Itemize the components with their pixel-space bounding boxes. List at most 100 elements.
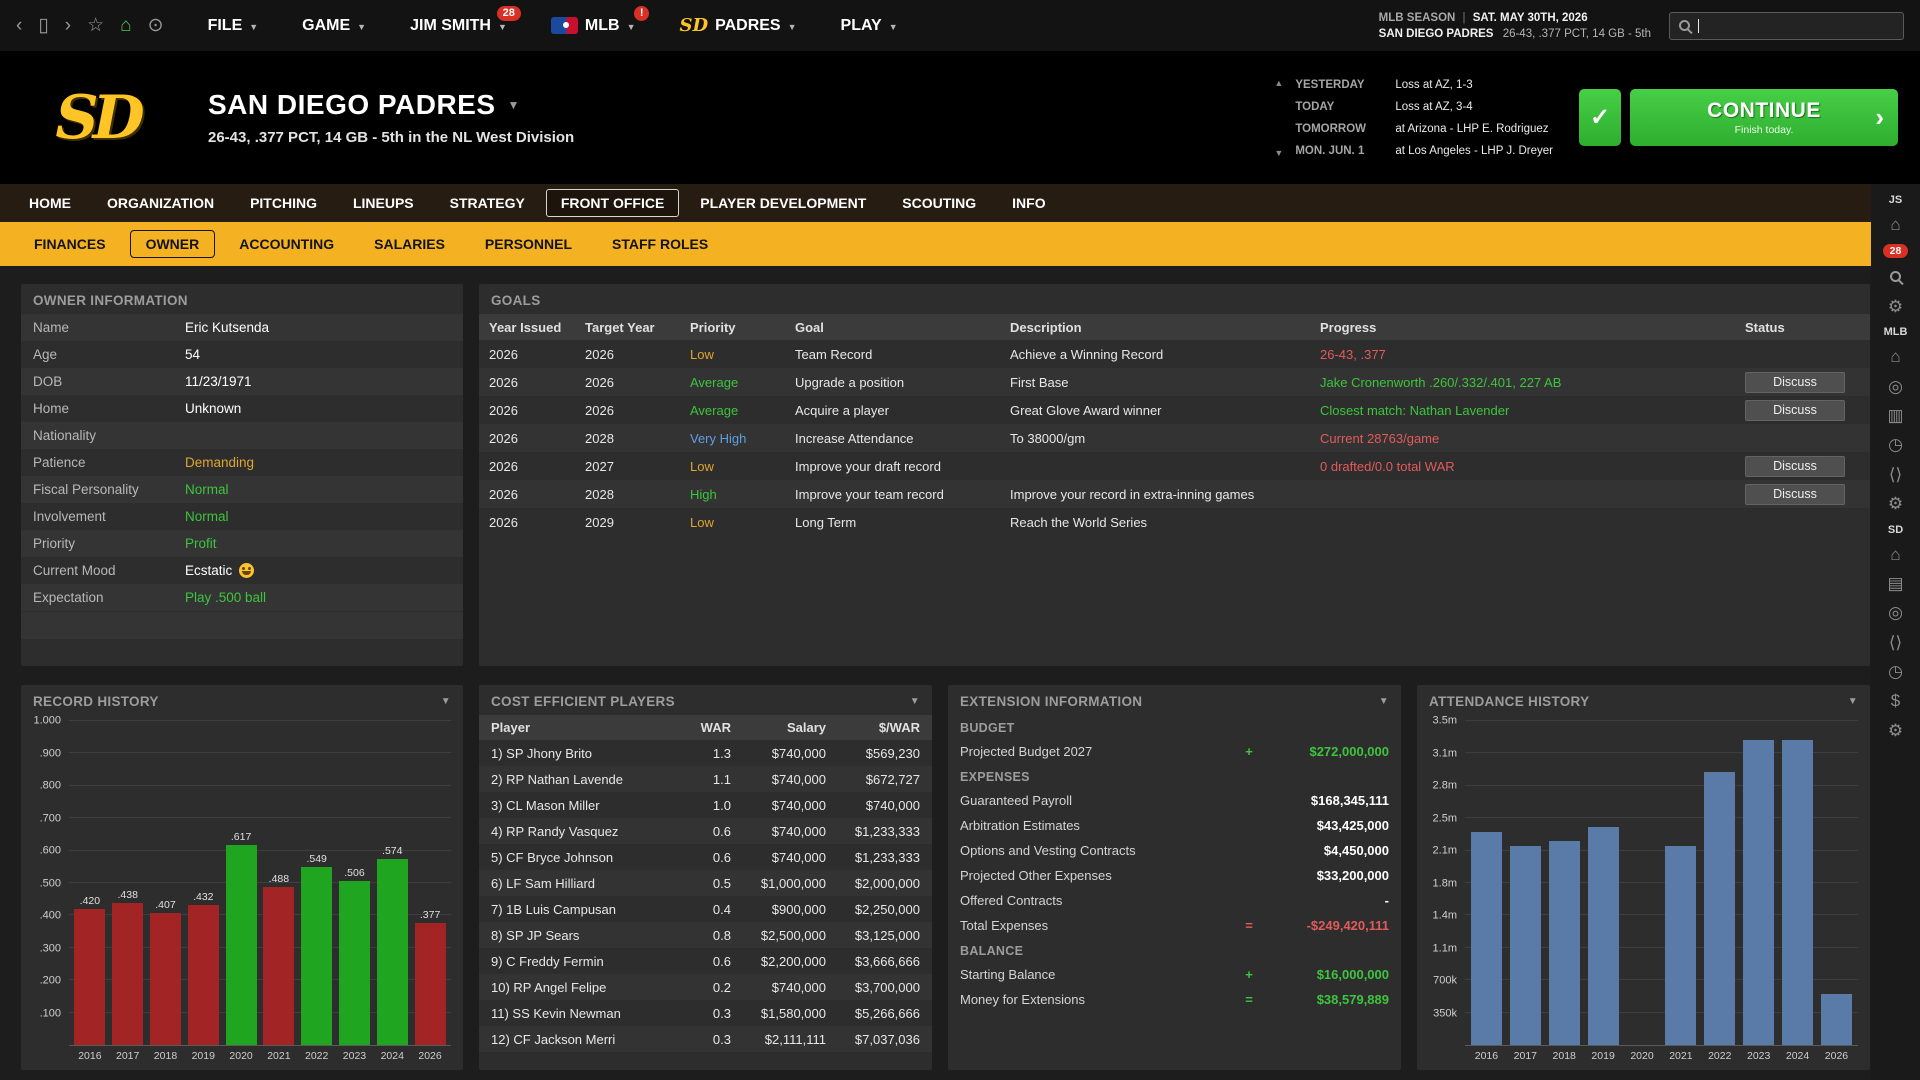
player-row[interactable]: 1) SP Jhony Brito1.3$740,000$569,230	[479, 740, 932, 766]
sub-nav-item-finances[interactable]: FINANCES	[18, 230, 122, 258]
schedule-row[interactable]: MON. JUN. 1at Los Angeles - LHP J. Dreye…	[1295, 140, 1553, 162]
player-row[interactable]: 2) RP Nathan Lavende1.1$740,000$672,727	[479, 766, 932, 792]
user-initials-label[interactable]: JS	[1889, 194, 1902, 206]
sub-nav-item-staff-roles[interactable]: STAFF ROLES	[596, 230, 724, 258]
player-row[interactable]: 5) CF Bryce Johnson0.6$740,000$1,233,333	[479, 844, 932, 870]
confirm-check-button[interactable]: ✓	[1579, 89, 1621, 146]
gear-icon[interactable]: ⚙	[1888, 297, 1903, 317]
team-dropdown-icon[interactable]: ▼	[508, 98, 520, 112]
bar-slot: .377	[415, 721, 446, 1045]
chevron-up-icon[interactable]: ▲	[1274, 78, 1283, 88]
clock-icon[interactable]: ◷	[1888, 435, 1903, 455]
menu-team[interactable]: SD PADRES ▼	[679, 15, 796, 36]
goal-name: Increase Attendance	[795, 431, 1010, 446]
home-icon[interactable]: ⌂	[1890, 545, 1900, 565]
main-nav-item-home[interactable]: HOME	[14, 189, 86, 217]
bar-slot: .574	[377, 721, 408, 1045]
description-column-header: Description	[1010, 320, 1320, 335]
sd-label[interactable]: SD	[1888, 524, 1903, 536]
schedule-row[interactable]: TOMORROWat Arizona - LHP E. Rodriguez	[1295, 118, 1553, 140]
main-nav-item-pitching[interactable]: PITCHING	[235, 189, 332, 217]
discuss-button[interactable]: Discuss	[1745, 484, 1845, 505]
search-input[interactable]	[1669, 12, 1904, 40]
stack-icon[interactable]: ▤	[1887, 574, 1903, 594]
padres-logo-icon: SD	[679, 15, 708, 36]
goal-name: Team Record	[795, 347, 1010, 362]
bar-2023	[1743, 740, 1774, 1045]
panel-collapse-icon[interactable]: ▼	[910, 696, 920, 707]
age-value: 54	[185, 347, 200, 362]
notification-badge[interactable]: 28	[1883, 244, 1909, 258]
menu-manager[interactable]: JIM SMITH ▼ 28	[410, 17, 507, 35]
goal-description: Improve your record in extra-inning game…	[1010, 487, 1320, 502]
main-nav-item-scouting[interactable]: SCOUTING	[887, 189, 991, 217]
main-nav-item-info[interactable]: INFO	[997, 189, 1060, 217]
code-icon[interactable]: ⟨⟩	[1889, 465, 1902, 485]
menu-mlb[interactable]: MLB ▼ !	[551, 17, 636, 35]
discuss-button[interactable]: Discuss	[1745, 372, 1845, 393]
main-nav-item-front-office[interactable]: FRONT OFFICE	[546, 189, 679, 217]
player-row[interactable]: 3) CL Mason Miller1.0$740,000$740,000	[479, 792, 932, 818]
hint-icon[interactable]: ⊙	[148, 16, 164, 35]
goal-progress: 0 drafted/0.0 total WAR	[1320, 459, 1745, 474]
gear-icon[interactable]: ⚙	[1888, 721, 1903, 741]
discuss-button[interactable]: Discuss	[1745, 400, 1845, 421]
expectation-value: Play .500 ball	[185, 590, 266, 605]
mlb-label[interactable]: MLB	[1884, 326, 1908, 338]
pin-icon[interactable]: ◎	[1888, 377, 1903, 397]
back-icon[interactable]: ‹	[16, 16, 22, 35]
main-nav-item-lineups[interactable]: LINEUPS	[338, 189, 429, 217]
player-row[interactable]: 6) LF Sam Hilliard0.5$1,000,000$2,000,00…	[479, 870, 932, 896]
player-row[interactable]: 7) 1B Luis Campusan0.4$900,000$2,250,000	[479, 896, 932, 922]
panel-collapse-icon[interactable]: ▼	[1379, 696, 1389, 707]
goal-row: 20262026AverageAcquire a playerGreat Glo…	[479, 396, 1870, 424]
gear-icon[interactable]: ⚙	[1888, 494, 1903, 514]
main-nav-item-strategy[interactable]: STRATEGY	[435, 189, 540, 217]
panel-collapse-icon[interactable]: ▼	[441, 696, 451, 707]
panel-collapse-icon[interactable]: ▼	[1848, 696, 1858, 707]
main-nav: HOMEORGANIZATIONPITCHINGLINEUPSSTRATEGYF…	[0, 184, 1871, 222]
sub-nav-item-accounting[interactable]: ACCOUNTING	[223, 230, 350, 258]
discuss-button[interactable]: Discuss	[1745, 456, 1845, 477]
player-war: 0.8	[683, 928, 731, 943]
continue-button[interactable]: CONTINUE Finish today. ›	[1630, 89, 1898, 146]
device-icon[interactable]: ▯	[38, 16, 48, 35]
schedule-row[interactable]: TODAYLoss at AZ, 3-4	[1295, 96, 1553, 118]
clock-icon[interactable]: ◷	[1888, 662, 1903, 682]
player-row[interactable]: 8) SP JP Sears0.8$2,500,000$3,125,000	[479, 922, 932, 948]
menu-file[interactable]: FILE ▼	[208, 17, 259, 35]
player-row[interactable]: 11) SS Kevin Newman0.3$1,580,000$5,266,6…	[479, 1000, 932, 1026]
sub-nav-item-personnel[interactable]: PERSONNEL	[469, 230, 588, 258]
forward-icon[interactable]: ›	[65, 16, 71, 35]
chevron-down-icon[interactable]: ▼	[1274, 148, 1283, 158]
chart-icon[interactable]: ▥	[1887, 406, 1903, 426]
main-nav-item-player-development[interactable]: PLAYER DEVELOPMENT	[685, 189, 881, 217]
main-nav-item-organization[interactable]: ORGANIZATION	[92, 189, 229, 217]
search-icon[interactable]	[1890, 267, 1901, 287]
star-icon[interactable]: ☆	[87, 16, 104, 35]
sub-nav-item-salaries[interactable]: SALARIES	[358, 230, 461, 258]
home-icon[interactable]: ⌂	[1890, 347, 1900, 367]
player-row[interactable]: 10) RP Angel Felipe0.2$740,000$3,700,000	[479, 974, 932, 1000]
schedule-game-info: Loss at AZ, 1-3	[1395, 79, 1472, 91]
plot-area: .420.438.407.432.617.488.549.506.574.377	[69, 721, 451, 1046]
menu-game[interactable]: GAME ▼	[302, 17, 366, 35]
chevron-down-icon: ▼	[249, 22, 258, 32]
player-row[interactable]: 12) CF Jackson Merri0.3$2,111,111$7,037,…	[479, 1026, 932, 1052]
bar-value-label: .438	[117, 889, 137, 901]
home-icon[interactable]: ⌂	[1890, 215, 1900, 235]
player-row[interactable]: 9) C Freddy Fermin0.6$2,200,000$3,666,66…	[479, 948, 932, 974]
menu-play[interactable]: PLAY ▼	[841, 17, 898, 35]
manager-notification-badge[interactable]: 28	[497, 6, 521, 21]
dollar-icon[interactable]: $	[1891, 691, 1900, 711]
target-icon[interactable]: ◎	[1888, 603, 1903, 623]
schedule-row[interactable]: YESTERDAYLoss at AZ, 1-3	[1295, 74, 1553, 96]
money-for-extensions-label: Money for Extensions	[960, 992, 1239, 1007]
code-icon[interactable]: ⟨⟩	[1889, 633, 1902, 653]
options-and-vesting-contracts-value: $4,450,000	[1259, 843, 1389, 858]
home-icon[interactable]: ⌂	[120, 16, 131, 35]
mlb-alert-badge[interactable]: !	[634, 6, 650, 21]
name-value: Eric Kutsenda	[185, 320, 269, 335]
player-row[interactable]: 4) RP Randy Vasquez0.6$740,000$1,233,333	[479, 818, 932, 844]
sub-nav-item-owner[interactable]: OWNER	[130, 230, 216, 258]
